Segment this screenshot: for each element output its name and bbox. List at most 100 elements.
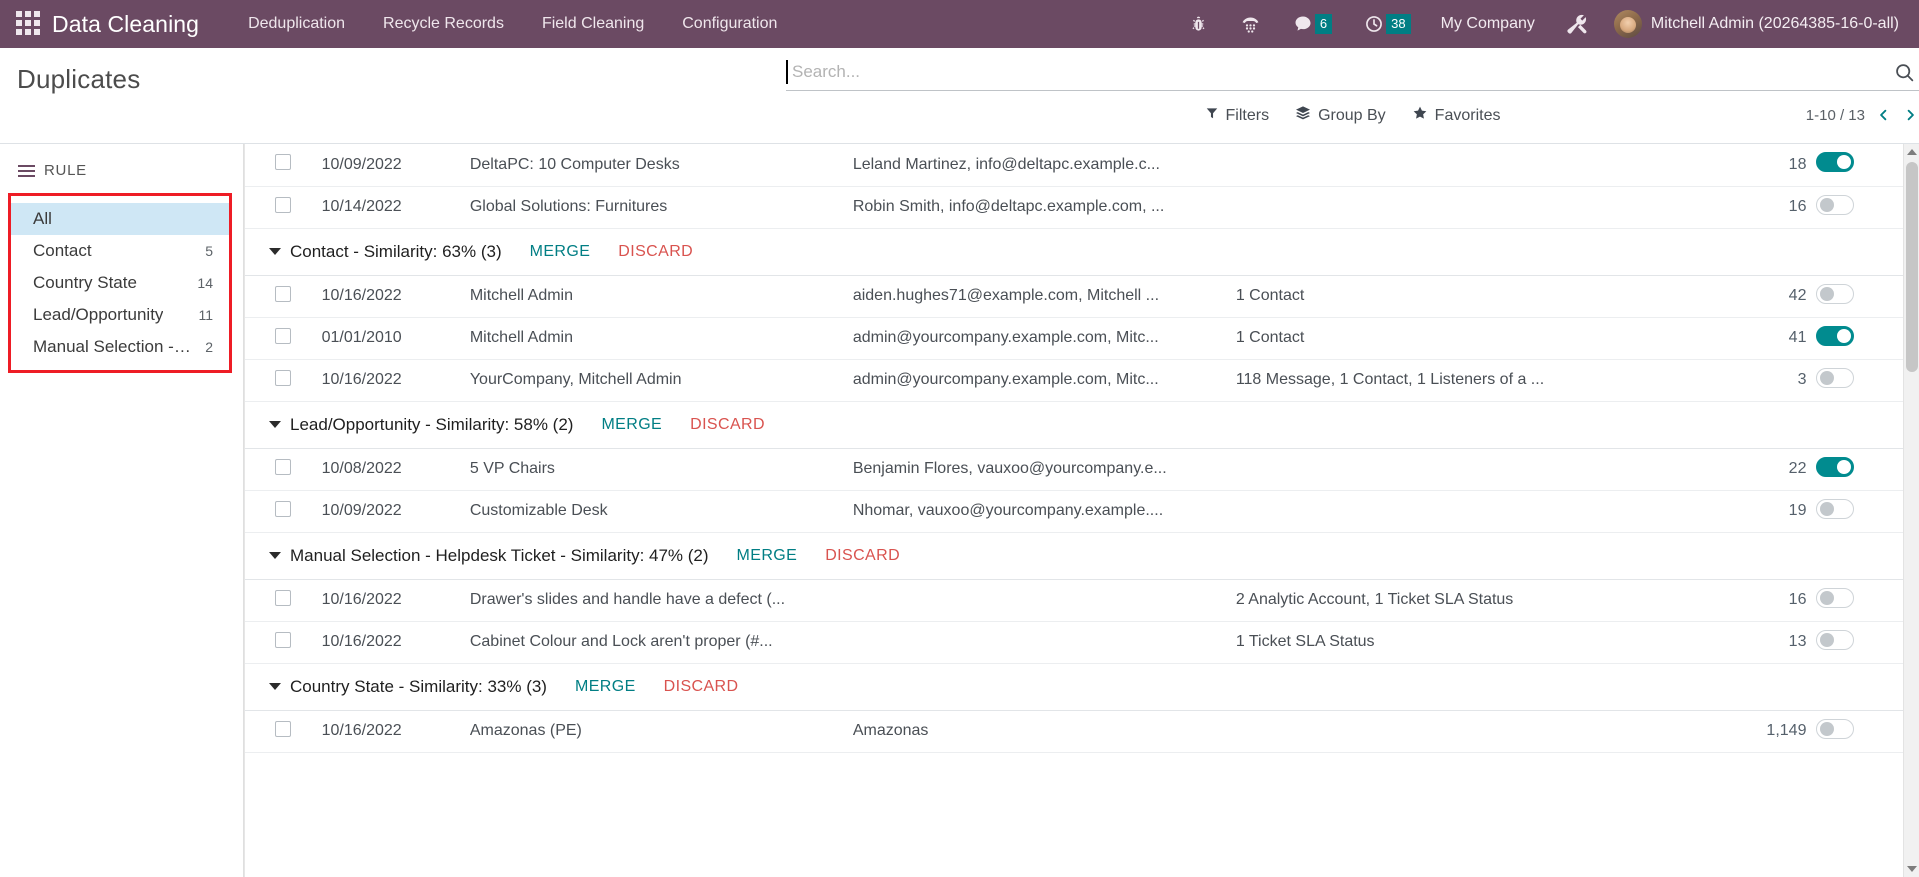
merge-button[interactable]: MERGE [575, 678, 636, 696]
company-switcher[interactable]: My Company [1427, 15, 1549, 33]
sidebar-item-manual-selection[interactable]: Manual Selection - H... 2 [11, 331, 229, 363]
group-collapse-caret-icon[interactable] [269, 683, 281, 690]
menu-item-field-cleaning[interactable]: Field Cleaning [523, 1, 663, 47]
row-active-toggle[interactable] [1816, 587, 1855, 608]
tools-wrench-icon[interactable] [1549, 0, 1604, 48]
merge-button[interactable]: MERGE [737, 547, 798, 565]
sidebar-item-count: 5 [205, 243, 213, 259]
row-checkbox[interactable] [275, 196, 292, 213]
row-checkbox[interactable] [275, 327, 292, 344]
table-row[interactable]: 10/16/2022 Drawer's slides and handle hav… [245, 579, 1903, 621]
row-active-toggle[interactable] [1816, 367, 1855, 388]
group-collapse-caret-icon[interactable] [269, 552, 281, 559]
row-date: 10/09/2022 [321, 502, 402, 519]
row-active-toggle[interactable] [1816, 325, 1855, 346]
sidebar-item-count: 2 [205, 339, 213, 355]
table-row[interactable]: 10/16/2022 Cabinet Colour and Lock aren't… [245, 621, 1903, 663]
apps-grid-icon[interactable] [16, 11, 42, 37]
user-menu[interactable]: Mitchell Admin (20264385-16-0-all) [1604, 0, 1905, 48]
bug-icon[interactable] [1173, 0, 1224, 48]
row-name: Customizable Desk [469, 502, 608, 519]
sidebar-item-contact[interactable]: Contact 5 [11, 235, 229, 267]
group-collapse-caret-icon[interactable] [269, 248, 281, 255]
chevron-right-icon[interactable] [1901, 105, 1919, 125]
discard-button[interactable]: DISCARD [825, 547, 900, 565]
search-input[interactable] [786, 60, 1889, 84]
sidebar-item-label: Manual Selection - H... [33, 337, 196, 356]
systray: 6 38 My Company Mitchell Admin (20264385… [1173, 0, 1905, 48]
scrollbar-thumb[interactable] [1906, 162, 1918, 372]
row-active-toggle[interactable] [1816, 194, 1855, 215]
table-row[interactable]: 10/16/2022 Mitchell Admin aiden.hughes71@e… [245, 275, 1903, 317]
row-checkbox[interactable] [275, 369, 292, 386]
top-navbar: Data Cleaning Deduplication Recycle Reco… [0, 0, 1919, 48]
table-row[interactable]: 10/08/2022 5 VP Chairs Benjamin Flores, va… [245, 448, 1903, 490]
avatar [1613, 10, 1642, 38]
menu-item-configuration[interactable]: Configuration [663, 1, 796, 47]
row-checkbox[interactable] [275, 631, 292, 648]
row-count: 3 [1797, 371, 1807, 388]
rule-sidebar: RULE All Contact 5 Country State 14 Lead… [0, 144, 244, 877]
table-row[interactable]: 10/09/2022 DeltaPC: 10 Computer Desks Lela… [245, 144, 1903, 186]
group-by-label: Group By [1318, 106, 1386, 124]
table-row[interactable]: 10/09/2022 Customizable Desk Nhomar, vauxo… [245, 490, 1903, 532]
chevron-left-icon[interactable] [1874, 105, 1892, 125]
discard-button[interactable]: DISCARD [618, 243, 693, 261]
table-row[interactable]: 10/14/2022 Global Solutions: Furnitures Ro… [245, 186, 1903, 228]
row-checkbox[interactable] [275, 285, 292, 302]
table-row[interactable]: 01/01/2010 Mitchell Admin admin@yourcompan… [245, 317, 1903, 359]
group-header-row: Lead/Opportunity - Similarity: 58% (2) ME… [245, 401, 1903, 448]
row-email: aiden.hughes71@example.com, Mitchell ... [852, 287, 1160, 304]
activities-clock-icon[interactable]: 38 [1348, 0, 1426, 48]
favorites-button[interactable]: Favorites [1412, 105, 1500, 126]
scroll-up-icon[interactable] [1904, 144, 1919, 160]
row-active-toggle[interactable] [1816, 629, 1855, 650]
merge-button[interactable]: MERGE [601, 416, 662, 434]
row-checkbox[interactable] [275, 458, 292, 475]
row-checkbox[interactable] [275, 720, 292, 737]
sidebar-item-count: 11 [198, 307, 213, 323]
row-name: Mitchell Admin [469, 329, 573, 346]
dialpad-icon[interactable] [1224, 0, 1277, 48]
row-date: 10/16/2022 [321, 287, 402, 304]
table-row[interactable]: 10/16/2022 YourCompany, Mitchell Admin adm… [245, 359, 1903, 401]
row-active-toggle[interactable] [1816, 283, 1855, 304]
menu-item-deduplication[interactable]: Deduplication [229, 1, 364, 47]
row-toggle-cell [1816, 275, 1903, 317]
table-row[interactable]: 10/16/2022 Amazonas (PE) Amazonas 1,149 [245, 710, 1903, 752]
sidebar-item-label: All [33, 209, 52, 228]
row-active-toggle[interactable] [1816, 456, 1855, 477]
layers-icon [1295, 105, 1311, 126]
row-checkbox[interactable] [275, 589, 292, 606]
row-count: 16 [1788, 591, 1807, 608]
menu-item-recycle-records[interactable]: Recycle Records [364, 1, 523, 47]
discard-button[interactable]: DISCARD [690, 416, 765, 434]
row-active-toggle[interactable] [1816, 152, 1855, 173]
row-name: Mitchell Admin [469, 287, 573, 304]
row-checkbox[interactable] [275, 500, 292, 517]
vertical-scrollbar[interactable] [1903, 144, 1919, 877]
row-active-toggle[interactable] [1816, 718, 1855, 739]
group-by-button[interactable]: Group By [1295, 105, 1386, 126]
row-date: 10/09/2022 [321, 155, 402, 173]
page-title: Duplicates [17, 64, 141, 94]
sidebar-item-lead-opportunity[interactable]: Lead/Opportunity 11 [11, 299, 229, 331]
star-icon [1412, 105, 1428, 126]
app-brand-title[interactable]: Data Cleaning [52, 11, 199, 38]
scroll-down-icon[interactable] [1904, 861, 1919, 877]
row-toggle-cell [1816, 186, 1903, 228]
group-collapse-caret-icon[interactable] [269, 421, 281, 428]
row-name: 5 VP Chairs [469, 460, 555, 477]
row-checkbox[interactable] [275, 154, 292, 171]
filters-button[interactable]: Filters [1205, 106, 1269, 125]
sidebar-item-country-state[interactable]: Country State 14 [11, 267, 229, 299]
row-references [1236, 490, 1730, 532]
row-references: 1 Contact [1235, 329, 1305, 346]
messages-icon[interactable]: 6 [1277, 0, 1348, 48]
merge-button[interactable]: MERGE [530, 243, 591, 261]
sidebar-item-all[interactable]: All [11, 203, 229, 235]
discard-button[interactable]: DISCARD [664, 678, 739, 696]
search-icon[interactable] [1889, 60, 1919, 83]
hamburger-icon[interactable] [18, 164, 35, 177]
row-active-toggle[interactable] [1816, 498, 1855, 519]
